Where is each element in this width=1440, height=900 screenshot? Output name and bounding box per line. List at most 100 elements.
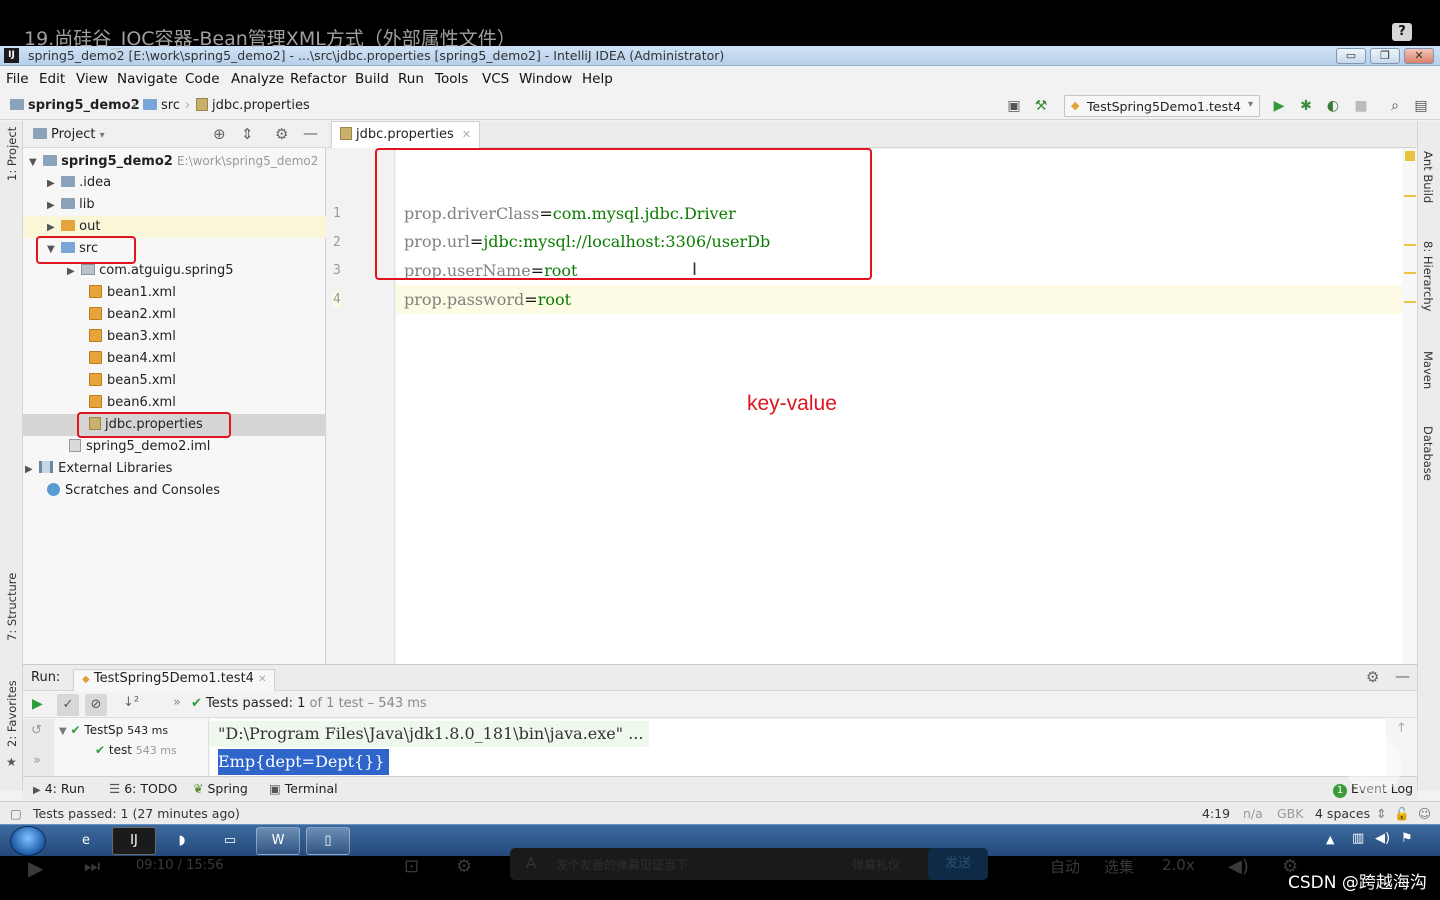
menu-refactor[interactable]: Refactor <box>290 71 347 87</box>
run-configuration-select[interactable]: ◆ TestSpring5Demo1.test4 ▾ <box>1064 95 1260 117</box>
episodes-select[interactable]: 选集 <box>1104 856 1134 877</box>
word-icon[interactable]: W <box>256 827 300 855</box>
menu-edit[interactable]: Edit <box>39 71 65 87</box>
tab-maven[interactable]: Maven <box>1421 351 1435 389</box>
debug-bug-icon[interactable]: ✱ <box>1297 97 1315 115</box>
tool-spring[interactable]: ❦ Spring <box>193 781 248 796</box>
test-case-row[interactable]: ✔ test 543 ms <box>95 743 177 757</box>
tray-volume-icon[interactable]: ◀) <box>1375 831 1390 846</box>
run-tab[interactable]: ◆ TestSpring5Demo1.test4 ✕ <box>73 669 276 691</box>
tree-node-root[interactable]: ▼ spring5_demo2 E:\work\spring5_demo2 <box>23 150 326 172</box>
menu-window[interactable]: Window <box>519 71 572 87</box>
hide-panel-icon[interactable]: — <box>303 124 318 142</box>
rerun-failed-icon[interactable]: ↺ <box>31 723 42 738</box>
breadcrumb-src[interactable]: src <box>143 98 180 113</box>
tree-node-scratches[interactable]: Scratches and Consoles <box>23 480 326 502</box>
tree-node-out[interactable]: ▶ out <box>23 216 326 238</box>
sort-icon[interactable]: ↓² <box>123 695 139 710</box>
status-panel-icon[interactable]: ▢ <box>10 806 22 821</box>
layout-icon[interactable]: ▣ <box>1005 97 1023 115</box>
play-icon[interactable]: ▶ <box>28 856 43 880</box>
tab-jdbc-properties[interactable]: jdbc.properties ✕ <box>331 121 481 148</box>
breadcrumb-file[interactable]: jdbc.properties <box>196 98 310 113</box>
danmaku-input[interactable]: A 发个友善的弹幕见证当下 弹幕礼仪 <box>510 848 988 880</box>
tree-node-bean2[interactable]: bean2.xml <box>23 304 326 326</box>
menu-run[interactable]: Run <box>398 71 424 87</box>
tool-terminal[interactable]: ▣ Terminal <box>269 781 338 796</box>
project-view-select[interactable]: Project ▾ <box>33 127 105 142</box>
project-structure-icon[interactable]: ▤ <box>1412 97 1430 115</box>
tab-favorites[interactable]: 2: Favorites <box>5 680 19 747</box>
expand-icon[interactable]: » <box>33 753 41 768</box>
build-hammer-icon[interactable]: ⚒ <box>1032 97 1050 115</box>
lock-icon[interactable]: 🔓 <box>1394 806 1410 822</box>
breadcrumb-project[interactable]: spring5_demo2 <box>10 98 140 113</box>
scroll-up-icon[interactable]: ↑ <box>1396 721 1407 736</box>
play-overlay-icon[interactable]: ▷ <box>1346 738 1402 794</box>
test-suite-row[interactable]: ▼ ✔ TestSp 543 ms <box>59 723 168 737</box>
search-icon[interactable]: ⌕ <box>1386 97 1404 115</box>
gear-icon[interactable]: ⚙ <box>275 125 288 143</box>
menu-navigate[interactable]: Navigate <box>117 71 178 87</box>
menu-build[interactable]: Build <box>355 71 389 87</box>
tab-structure[interactable]: 7: Structure <box>5 573 19 641</box>
ie-browser-icon[interactable]: e <box>64 827 108 855</box>
show-ignored-icon[interactable]: ⊘ <box>85 694 107 716</box>
tab-ant-build[interactable]: Ant Build <box>1421 151 1435 203</box>
danmaku-toggle-icon[interactable]: ⊡ <box>404 856 419 877</box>
rerun-icon[interactable]: ▶ <box>32 696 43 712</box>
tree-node-external-libraries[interactable]: ▶ External Libraries <box>23 458 326 480</box>
line-separator[interactable]: n/a <box>1243 806 1263 821</box>
collapse-all-icon[interactable]: ⇕ <box>241 125 254 143</box>
locate-target-icon[interactable]: ⊕ <box>213 125 226 143</box>
run-coverage-icon[interactable]: ◐ <box>1324 97 1342 115</box>
tray-flag-icon[interactable]: ⚑ <box>1401 831 1413 846</box>
inspector-icon[interactable]: ☺ <box>1418 806 1431 821</box>
tab-project[interactable]: 1: Project <box>5 127 19 181</box>
danmaku-etiquette-link[interactable]: 弹幕礼仪 <box>852 856 900 873</box>
cursor-position[interactable]: 4:19 <box>1202 806 1230 821</box>
next-icon[interactable]: ⏭ <box>84 856 100 877</box>
quality-auto[interactable]: 自动 <box>1050 856 1080 877</box>
menu-view[interactable]: View <box>76 71 108 87</box>
menu-code[interactable]: Code <box>185 71 220 87</box>
tree-node-bean4[interactable]: bean4.xml <box>23 348 326 370</box>
file-encoding[interactable]: GBK <box>1277 806 1303 821</box>
menu-vcs[interactable]: VCS <box>482 71 509 87</box>
danmaku-style-icon[interactable]: A <box>526 854 536 872</box>
indent-setting[interactable]: 4 spaces <box>1315 806 1370 821</box>
restore-button[interactable]: ❐ <box>1370 48 1400 64</box>
danmaku-send-button[interactable]: 发送 <box>928 848 988 880</box>
close-tab-icon[interactable]: ✕ <box>462 128 471 141</box>
gear-icon[interactable]: ⚙ <box>1366 668 1379 686</box>
console-output[interactable]: "D:\Program Files\Java\jdk1.8.0_181\bin\… <box>210 719 1386 777</box>
volume-icon[interactable]: ◀) <box>1228 856 1249 877</box>
tool-run[interactable]: ▶ 4: Run <box>33 781 85 796</box>
help-icon[interactable]: ? <box>1392 23 1412 41</box>
tree-node-lib[interactable]: ▶ lib <box>23 194 326 216</box>
close-button[interactable]: ✕ <box>1404 48 1434 64</box>
close-tab-icon[interactable]: ✕ <box>258 674 266 685</box>
editor-scrollbar[interactable] <box>1402 149 1417 664</box>
minimize-button[interactable]: ▭ <box>1336 48 1366 64</box>
tree-node-bean5[interactable]: bean5.xml <box>23 370 326 392</box>
notepad-icon[interactable]: ▯ <box>306 827 350 855</box>
tab-hierarchy[interactable]: 8: Hierarchy <box>1421 241 1435 311</box>
tree-node-bean3[interactable]: bean3.xml <box>23 326 326 348</box>
hide-panel-icon[interactable]: — <box>1395 667 1410 685</box>
tree-node-iml[interactable]: spring5_demo2.iml <box>23 436 326 458</box>
playback-speed[interactable]: 2.0x <box>1162 856 1195 874</box>
windows-start-icon[interactable] <box>10 826 46 856</box>
tree-node-bean6[interactable]: bean6.xml <box>23 392 326 414</box>
run-icon[interactable]: ▶ <box>1270 97 1288 115</box>
menu-file[interactable]: File <box>6 71 29 87</box>
tree-node-idea[interactable]: ▶ .idea <box>23 172 326 194</box>
more-icon[interactable]: » <box>173 695 181 710</box>
tray-network-icon[interactable]: ▥ <box>1352 831 1364 846</box>
menu-analyze[interactable]: Analyze <box>231 71 284 87</box>
show-passed-icon[interactable]: ✓ <box>57 694 79 716</box>
media-player-icon[interactable]: ◗ <box>160 827 204 855</box>
menu-help[interactable]: Help <box>582 71 613 87</box>
file-explorer-icon[interactable]: ▭ <box>208 827 252 855</box>
tool-todo[interactable]: ☰ 6: TODO <box>109 781 177 796</box>
